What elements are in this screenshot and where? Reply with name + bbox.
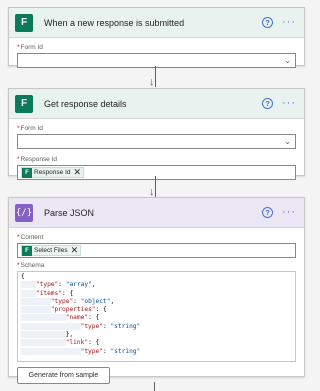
forms-icon: F — [15, 94, 33, 113]
response-id-label: *Response Id — [17, 156, 58, 163]
close-icon[interactable]: ✕ — [71, 246, 79, 255]
form-id-dropdown[interactable]: ⌄ — [17, 53, 296, 68]
code-line: "name": { — [21, 314, 292, 322]
generate-from-sample-button[interactable]: Generate from sample — [17, 367, 110, 384]
forms-icon: F — [22, 245, 32, 256]
more-icon[interactable]: ··· — [282, 17, 296, 28]
select-files-token[interactable]: F Select Files ✕ — [21, 245, 82, 256]
token-label: Select Files — [34, 247, 68, 254]
code-line: { — [21, 273, 25, 280]
more-icon[interactable]: ··· — [282, 207, 296, 218]
forms-icon: F — [22, 167, 32, 178]
parse-json-card-header[interactable]: {/} Parse JSON ? ··· — [9, 198, 304, 228]
code-line: "type": "string" — [21, 347, 292, 356]
code-line: "type": "string" — [21, 322, 292, 331]
help-icon[interactable]: ? — [262, 17, 273, 28]
get-response-card-header[interactable]: F Get response details ? ··· — [9, 89, 304, 119]
schema-editor[interactable]: { "type": "array", "items": { "type": "o… — [17, 271, 296, 362]
code-line: }, — [21, 331, 292, 339]
get-response-card: F Get response details ? ··· *Form Id ⌄ … — [8, 88, 305, 180]
trigger-card-body: *Form Id ⌄ — [9, 38, 304, 76]
form-id-dropdown[interactable]: ⌄ — [17, 134, 296, 149]
code-line: "link": { — [21, 339, 292, 347]
json-icon: {/} — [15, 203, 33, 222]
parse-json-card-body: *Content F Select Files ✕ *Schema { "typ… — [9, 228, 304, 391]
chevron-down-icon[interactable]: ⌄ — [284, 137, 291, 146]
chevron-down-icon[interactable]: ⌄ — [284, 56, 291, 65]
form-id-label: *Form Id — [17, 125, 43, 132]
card-title: When a new response is submitted — [44, 17, 185, 28]
trigger-card-header[interactable]: F When a new response is submitted ? ··· — [9, 8, 304, 38]
code-line: "type": "object", — [21, 297, 292, 306]
form-id-label: *Form Id — [17, 44, 43, 51]
schema-code[interactable]: { "type": "array", "items": { "type": "o… — [18, 272, 295, 357]
code-line: "items": { — [21, 289, 292, 298]
trigger-card: F When a new response is submitted ? ···… — [8, 7, 305, 68]
code-line: "properties": { — [21, 306, 292, 314]
parse-json-card: {/} Parse JSON ? ··· *Content F Select F… — [8, 197, 305, 384]
close-icon[interactable]: ✕ — [74, 168, 82, 177]
card-title: Parse JSON — [44, 207, 95, 218]
content-input[interactable]: F Select Files ✕ — [17, 243, 296, 258]
content-label: *Content — [17, 234, 44, 241]
help-icon[interactable]: ? — [262, 207, 273, 218]
more-icon[interactable]: ··· — [282, 98, 296, 109]
code-line: "type": "array", — [21, 281, 292, 289]
arrow-down-icon: ↓ — [149, 76, 155, 88]
forms-icon: F — [15, 13, 33, 32]
token-label: Response Id — [34, 169, 71, 176]
response-id-input[interactable]: F Response Id ✕ — [17, 165, 296, 180]
get-response-card-body: *Form Id ⌄ *Response Id F Response Id ✕ — [9, 119, 304, 188]
help-icon[interactable]: ? — [262, 98, 273, 109]
response-id-token[interactable]: F Response Id ✕ — [21, 167, 85, 178]
connector-line — [154, 382, 155, 391]
card-title: Get response details — [44, 98, 127, 109]
schema-label: *Schema — [17, 262, 45, 269]
